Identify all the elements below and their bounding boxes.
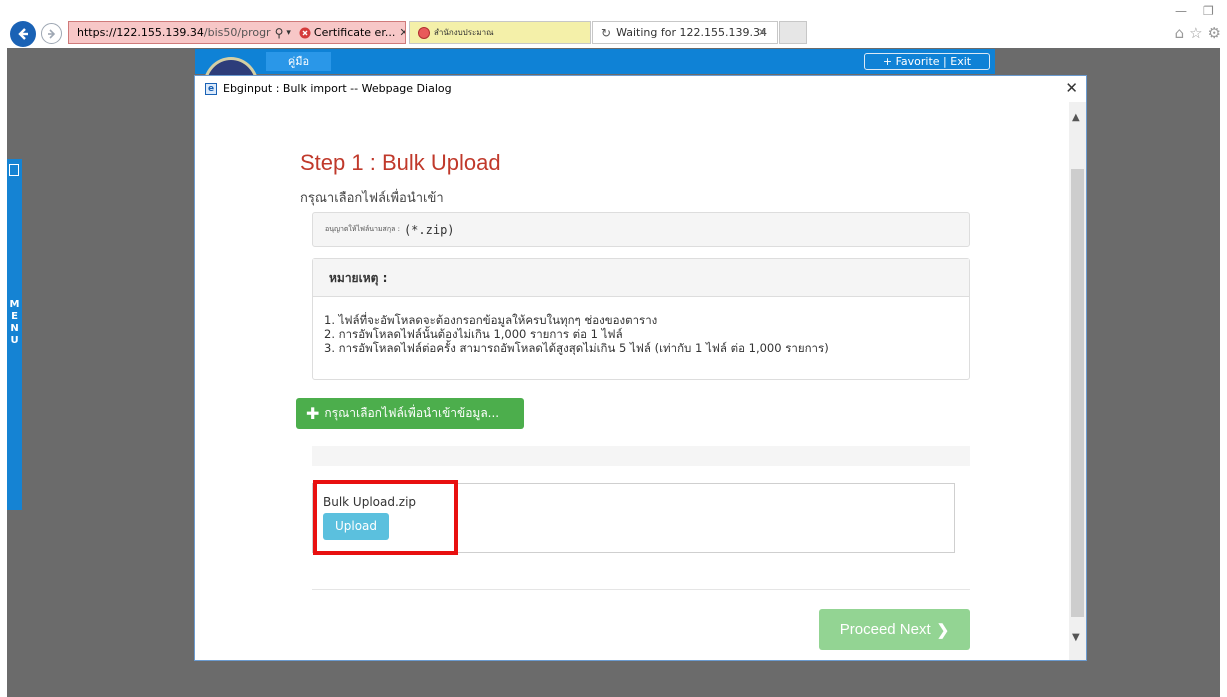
minimize-icon[interactable]: — bbox=[1175, 4, 1187, 18]
plus-icon: ✚ bbox=[306, 404, 320, 423]
certificate-error[interactable]: Certificate er... bbox=[299, 26, 395, 39]
back-button[interactable] bbox=[10, 21, 36, 47]
star-icon[interactable]: ☆ bbox=[1189, 24, 1202, 42]
site-logo-icon bbox=[418, 26, 430, 39]
list-icon bbox=[9, 164, 19, 176]
scroll-down-icon[interactable]: ▼ bbox=[1072, 632, 1080, 643]
favorite-exit-link[interactable]: + Favorite | Exit bbox=[864, 53, 990, 70]
arrow-left-icon bbox=[18, 28, 28, 40]
allowed-extensions-box: อนุญาตให้ไฟล์นามสกุล : (*.zip) bbox=[312, 212, 970, 247]
proceed-next-label: Proceed Next bbox=[839, 621, 931, 638]
highlight-box bbox=[313, 480, 458, 555]
note-item: 3. การอัพโหลดไฟล์ต่อครั้ง สามารถอัพโหลดไ… bbox=[324, 341, 829, 355]
tab-close-icon[interactable]: ✕ bbox=[758, 26, 767, 39]
browser-chrome: https://122.155.139.34/bis50/progr ⚲ ▾ C… bbox=[0, 0, 1227, 48]
forward-button[interactable] bbox=[41, 23, 62, 44]
note-item: 1. ไฟล์ที่จะอัพโหลดจะต้องกรอกข้อมูลให้คร… bbox=[324, 313, 658, 327]
dropdown-icon[interactable]: ▾ bbox=[286, 28, 291, 38]
side-menu[interactable]: M E N U bbox=[7, 159, 22, 510]
dialog-content: Step 1 : Bulk Upload กรุณาเลือกไฟล์เพื่อ… bbox=[196, 102, 1069, 660]
manual-menu-item[interactable]: คู่มือ bbox=[266, 52, 331, 71]
address-bar[interactable]: https://122.155.139.34/bis50/progr ⚲ ▾ C… bbox=[68, 21, 406, 44]
menu-label: M E N U bbox=[9, 299, 20, 346]
restore-icon[interactable]: ❐ bbox=[1203, 4, 1214, 18]
tab-budget-office[interactable]: สำนักงบประมาณ bbox=[409, 21, 591, 44]
arrow-right-icon bbox=[47, 28, 55, 39]
scroll-up-icon[interactable]: ▲ bbox=[1072, 112, 1080, 123]
notes-list: 1. ไฟล์ที่จะอัพโหลดจะต้องกรอกข้อมูลให้คร… bbox=[313, 297, 969, 355]
tab-waiting[interactable]: ↻ Waiting for 122.155.139.34 ✕ bbox=[592, 21, 778, 44]
choose-file-label: กรุณาเลือกไฟล์เพื่อนำเข้าข้อมูล... bbox=[324, 406, 500, 420]
tab-label: Waiting for 122.155.139.34 bbox=[616, 26, 767, 39]
dialog-scrollbar[interactable]: ▲ ▼ bbox=[1069, 102, 1086, 660]
url-host: https://122.155.139.34/bis50/progr bbox=[77, 26, 271, 39]
notes-title: หมายเหตุ : bbox=[313, 259, 969, 297]
dialog-title: Ebginput : Bulk import -- Webpage Dialog bbox=[223, 82, 452, 95]
search-icon[interactable]: ⚲ bbox=[275, 26, 284, 40]
step-title: Step 1 : Bulk Upload bbox=[300, 150, 501, 175]
ie-page-icon: e bbox=[205, 82, 217, 95]
tab-label: สำนักงบประมาณ bbox=[434, 28, 494, 37]
step-subtitle: กรุณาเลือกไฟล์เพื่อนำเข้า bbox=[300, 191, 444, 206]
proceed-next-button[interactable]: Proceed Next ❯ bbox=[819, 609, 970, 650]
new-tab-button[interactable] bbox=[779, 21, 807, 44]
close-icon[interactable]: ✕ bbox=[1065, 79, 1078, 97]
certificate-label: Certificate er... bbox=[313, 26, 396, 39]
progress-bar bbox=[312, 446, 970, 466]
notes-panel: หมายเหตุ : 1. ไฟล์ที่จะอัพโหลดจะต้องกรอก… bbox=[312, 258, 970, 380]
allowed-extensions-label: อนุญาตให้ไฟล์นามสกุล : bbox=[325, 225, 400, 233]
gear-icon[interactable]: ⚙ bbox=[1208, 24, 1221, 42]
bulk-import-dialog: e Ebginput : Bulk import -- Webpage Dial… bbox=[194, 75, 1087, 661]
allowed-extensions-value: (*.zip) bbox=[403, 222, 455, 237]
choose-file-button[interactable]: ✚ กรุณาเลือกไฟล์เพื่อนำเข้าข้อมูล... bbox=[296, 398, 524, 429]
home-icon[interactable]: ⌂ bbox=[1175, 24, 1185, 42]
chevron-right-icon: ❯ bbox=[936, 621, 950, 639]
loading-icon: ↻ bbox=[601, 25, 612, 40]
divider bbox=[312, 589, 970, 590]
note-item: 2. การอัพโหลดไฟล์นั้นต้องไม่เกิน 1,000 ร… bbox=[324, 327, 623, 341]
dialog-titlebar: e Ebginput : Bulk import -- Webpage Dial… bbox=[195, 76, 1086, 101]
scroll-thumb[interactable] bbox=[1071, 169, 1084, 617]
tab-close-icon[interactable]: ✕ bbox=[399, 26, 405, 39]
cert-error-icon bbox=[299, 27, 311, 38]
